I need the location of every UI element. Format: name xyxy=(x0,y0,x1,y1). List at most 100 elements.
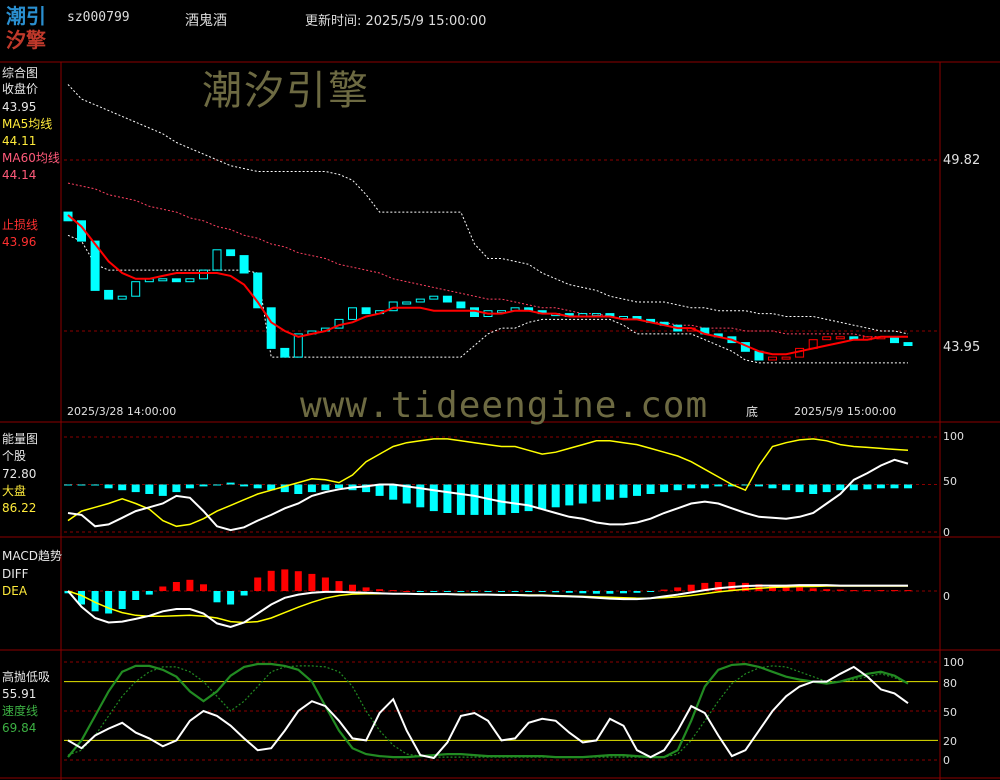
macd-bar-29 xyxy=(457,591,465,592)
speed-value: 69.84 xyxy=(2,721,37,735)
macd-bar-8 xyxy=(172,582,180,591)
macd-bar-24 xyxy=(389,590,397,592)
macd-bar-60 xyxy=(877,590,885,592)
macd-bar-48 xyxy=(714,582,722,591)
ref-high-label: 49.82 xyxy=(943,153,981,168)
macd-bar-44 xyxy=(660,589,668,591)
energy-bar-5 xyxy=(131,484,140,493)
p4-tick-0: 0 xyxy=(943,754,950,767)
energy-bar-33 xyxy=(511,484,520,513)
x-start-label: 2025/3/28 14:00:00 xyxy=(67,405,177,418)
candle-11 xyxy=(212,249,222,271)
energy-bar-6 xyxy=(145,484,154,494)
p4-tick-50: 50 xyxy=(943,706,957,719)
energy-bar-51 xyxy=(755,484,763,487)
energy-bar-12 xyxy=(226,482,235,485)
macd-bar-62 xyxy=(904,590,912,592)
candle-29 xyxy=(456,301,466,309)
macd-bar-22 xyxy=(362,587,370,591)
energy-bar-24 xyxy=(389,484,398,500)
energy-bar-47 xyxy=(700,484,709,489)
energy-bar-38 xyxy=(578,484,587,504)
macd-bar-56 xyxy=(823,589,831,591)
energy-bar-62 xyxy=(904,484,912,489)
ma5-line xyxy=(67,214,908,356)
macd-bar-25 xyxy=(403,591,411,592)
energy-bar-58 xyxy=(849,484,858,491)
energy-bar-8 xyxy=(172,484,181,493)
macd-bar-61 xyxy=(891,590,898,592)
macd-bar-14 xyxy=(254,577,262,591)
candle-13 xyxy=(239,255,249,274)
speed-dotted-line xyxy=(67,665,909,758)
energy-bar-0 xyxy=(64,484,72,486)
energy-bar-30 xyxy=(470,484,479,515)
energy-bar-36 xyxy=(551,484,560,508)
candle-5 xyxy=(131,281,141,297)
macd-bar-59 xyxy=(863,590,871,592)
macd-bar-36 xyxy=(552,591,560,593)
ma5-value: 44.11 xyxy=(2,134,37,148)
panel4-title: 高抛低吸 xyxy=(2,670,51,684)
site-watermark: www.tideengine.com xyxy=(300,385,709,426)
ma60-label: MA60均线 xyxy=(2,151,60,165)
energy-bar-17 xyxy=(294,484,303,494)
energy-bar-61 xyxy=(890,484,899,489)
candle-56 xyxy=(822,336,832,341)
diff-label: DIFF xyxy=(2,567,29,581)
high-low-line xyxy=(67,665,909,760)
upper-band-line xyxy=(67,84,909,335)
energy-bar-19 xyxy=(321,484,330,491)
candle-26 xyxy=(415,298,425,303)
macd-bar-10 xyxy=(200,584,207,592)
energy-bar-46 xyxy=(687,484,696,489)
macd-bar-12 xyxy=(227,591,235,605)
candle-57 xyxy=(835,336,845,340)
macd-bar-55 xyxy=(809,588,817,591)
macd-bar-34 xyxy=(525,591,533,592)
candle-7 xyxy=(158,278,168,282)
energy-bar-23 xyxy=(375,484,384,496)
macd-bar-21 xyxy=(349,584,356,591)
energy-bar-56 xyxy=(822,484,831,493)
macd-bar-54 xyxy=(796,587,804,591)
candle-52 xyxy=(768,356,777,361)
macd-bar-45 xyxy=(674,587,682,591)
ma5-label: MA5均线 xyxy=(2,117,53,131)
macd-bar-38 xyxy=(579,591,587,594)
candle-39 xyxy=(591,313,601,317)
macd-bar-18 xyxy=(308,573,316,591)
energy-bar-55 xyxy=(809,484,818,494)
energy-bar-53 xyxy=(782,484,791,491)
macd-bar-23 xyxy=(376,589,384,591)
macd-bar-9 xyxy=(186,579,194,592)
energy-bar-45 xyxy=(673,484,682,491)
p4-tick-100: 100 xyxy=(943,656,964,669)
energy-bar-28 xyxy=(443,484,452,513)
macd-bar-27 xyxy=(430,591,438,592)
macd-bar-33 xyxy=(511,591,519,592)
p2-tick-100: 100 xyxy=(943,430,964,443)
macd-bar-32 xyxy=(498,591,505,592)
macd-bar-39 xyxy=(592,591,600,594)
speed-line xyxy=(67,662,909,759)
energy-bar-32 xyxy=(497,484,506,515)
macd-bar-41 xyxy=(620,591,627,594)
energy-bar-40 xyxy=(605,484,614,500)
candle-62 xyxy=(903,342,913,347)
market-energy-value: 86.22 xyxy=(2,501,37,515)
x-end-label: 2025/5/9 15:00:00 xyxy=(794,405,897,418)
energy-bar-9 xyxy=(185,484,194,489)
energy-bar-60 xyxy=(876,484,885,489)
candle-27 xyxy=(429,295,439,300)
macd-bar-31 xyxy=(484,591,492,592)
energy-bar-52 xyxy=(768,484,777,489)
macd-bar-26 xyxy=(416,591,424,592)
energy-bar-18 xyxy=(307,484,316,493)
candle-4 xyxy=(117,295,127,300)
p3-tick-0: 0 xyxy=(943,590,950,603)
p2-tick-0: 0 xyxy=(943,526,950,539)
energy-bar-35 xyxy=(538,484,547,510)
macd-bar-46 xyxy=(687,584,695,591)
macd-bar-20 xyxy=(335,581,343,591)
